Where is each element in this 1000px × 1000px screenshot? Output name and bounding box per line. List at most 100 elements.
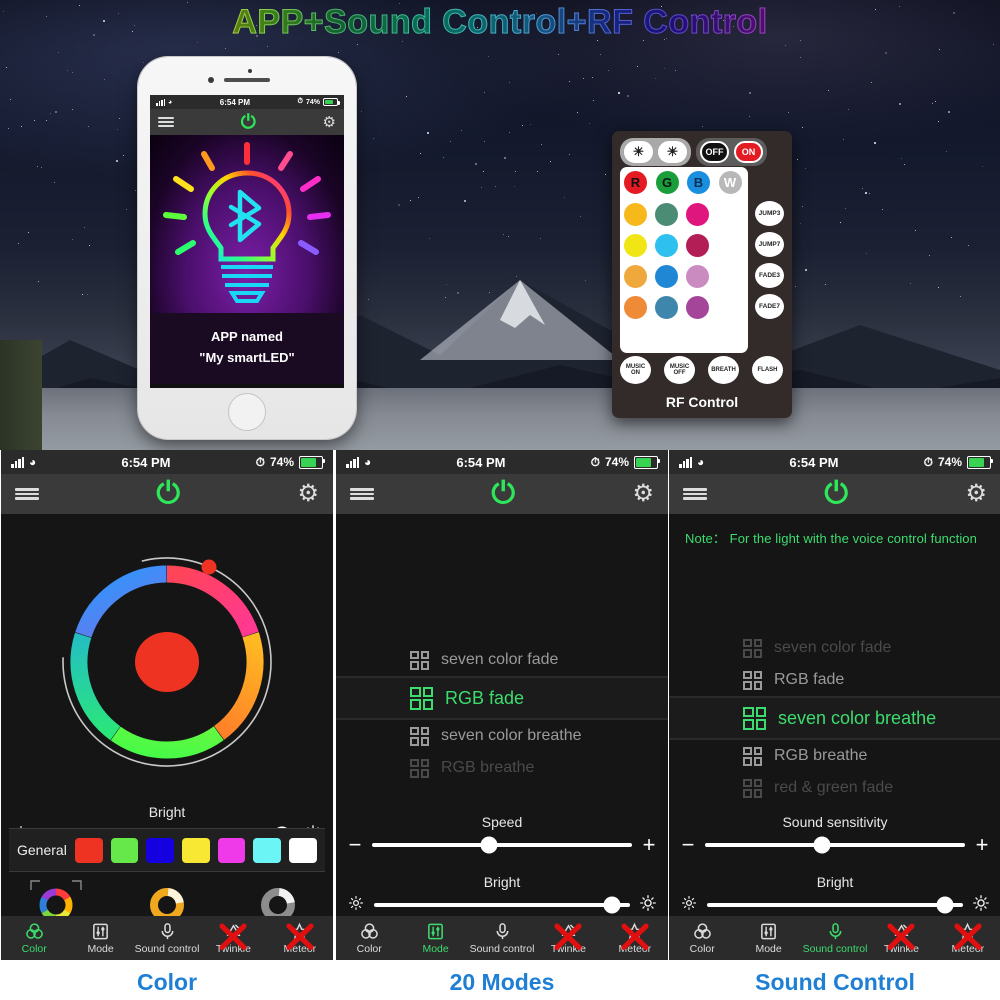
- tab-mode[interactable]: Mode: [67, 922, 133, 955]
- color-swatch[interactable]: [182, 838, 210, 863]
- remote-jump3-button[interactable]: JUMP3: [755, 201, 784, 226]
- remote-color-swatch[interactable]: [622, 294, 649, 321]
- hamburger-sliders-icon[interactable]: [683, 488, 707, 500]
- mode-row[interactable]: seven color fade: [669, 632, 1000, 664]
- hamburger-sliders-icon[interactable]: [158, 117, 174, 127]
- brightness-down-button[interactable]: ☀: [624, 141, 653, 163]
- remote-color-swatch[interactable]: [653, 294, 680, 321]
- tab-mode[interactable]: Mode: [735, 922, 801, 955]
- rgbw-button-b[interactable]: B: [685, 169, 712, 196]
- home-button[interactable]: [228, 393, 266, 431]
- remote-color-swatch[interactable]: [622, 263, 649, 290]
- remote-fade7-button[interactable]: FADE7: [755, 294, 784, 319]
- tab-meteor[interactable]: Meteor: [935, 922, 1000, 955]
- tab-color[interactable]: Color: [336, 922, 402, 955]
- gear-icon[interactable]: ⚙: [632, 482, 654, 506]
- slider-track[interactable]: [374, 903, 630, 907]
- slider-knob[interactable]: [604, 896, 621, 913]
- remote-color-swatch[interactable]: [653, 263, 680, 290]
- plus-icon[interactable]: +: [640, 834, 658, 856]
- brightness-low-icon[interactable]: [679, 895, 699, 914]
- remote-color-swatch[interactable]: [684, 232, 711, 259]
- gear-icon[interactable]: ⚙: [965, 482, 987, 506]
- tab-meteor[interactable]: Meteor: [267, 922, 333, 955]
- power-icon[interactable]: ⏻: [819, 477, 853, 511]
- slider-speed[interactable]: Speed − +: [336, 814, 668, 856]
- wifi-icon: ◕: [697, 455, 704, 469]
- plus-icon[interactable]: +: [973, 834, 991, 856]
- remote-music-off-button[interactable]: MUSIC OFF: [664, 356, 695, 384]
- alarm-icon: ⏱: [256, 455, 265, 470]
- rgbw-button-g[interactable]: G: [654, 169, 681, 196]
- mode-row[interactable]: RGB fade: [669, 664, 1000, 696]
- power-icon[interactable]: ⏻: [237, 111, 259, 133]
- tab-twinkle[interactable]: Twinkle: [868, 922, 934, 955]
- mode-row[interactable]: seven color fade: [336, 644, 668, 676]
- color-swatch[interactable]: [146, 838, 174, 863]
- remote-color-swatch[interactable]: [622, 232, 649, 259]
- mode-row[interactable]: seven color breathe: [669, 696, 1000, 740]
- tab-meteor[interactable]: Meteor: [602, 922, 668, 955]
- gear-icon[interactable]: ⚙: [297, 482, 319, 506]
- brightness-high-icon[interactable]: [638, 894, 658, 915]
- tab-sound-control[interactable]: Sound control: [802, 922, 868, 955]
- rgbw-button-w[interactable]: W: [717, 169, 744, 196]
- mode-row[interactable]: RGB breathe: [336, 752, 668, 784]
- remote-breath-button[interactable]: BREATH: [708, 356, 739, 384]
- mode-label: seven color breathe: [441, 727, 582, 745]
- remote-music-on-button[interactable]: MUSIC ON: [620, 356, 651, 384]
- brightness-up-button[interactable]: ☀: [658, 141, 687, 163]
- slider-bright[interactable]: Bright: [336, 874, 668, 915]
- tab-color[interactable]: Color: [669, 922, 735, 955]
- remote-color-swatch[interactable]: [622, 201, 649, 228]
- tab-twinkle[interactable]: Twinkle: [535, 922, 601, 955]
- slider-knob[interactable]: [937, 896, 954, 913]
- tab-sound-control[interactable]: Sound control: [469, 922, 535, 955]
- mode-row[interactable]: red & green fade: [669, 772, 1000, 804]
- slider-track[interactable]: [707, 903, 963, 907]
- signal-icon: [156, 99, 165, 106]
- tab-twinkle[interactable]: Twinkle: [200, 922, 266, 955]
- minus-icon[interactable]: −: [679, 834, 697, 856]
- remote-jump7-button[interactable]: JUMP7: [755, 232, 784, 257]
- brightness-low-icon[interactable]: [346, 895, 366, 914]
- slider-bright[interactable]: Bright: [669, 874, 1000, 915]
- rgbw-button-r[interactable]: R: [622, 169, 649, 196]
- remote-color-swatch[interactable]: [653, 232, 680, 259]
- remote-color-swatch[interactable]: [684, 201, 711, 228]
- power-icon[interactable]: ⏻: [486, 477, 520, 511]
- tab-mode[interactable]: Mode: [402, 922, 468, 955]
- slider-sound-sensitivity[interactable]: Sound sensitivity − +: [669, 814, 1000, 856]
- slider-knob[interactable]: [481, 837, 498, 854]
- color-swatch[interactable]: [253, 838, 281, 863]
- tab-color[interactable]: Color: [1, 922, 67, 955]
- mode-grid-icon: [410, 759, 429, 778]
- brightness-high-icon[interactable]: [971, 894, 991, 915]
- on-button[interactable]: ON: [734, 141, 763, 163]
- remote-color-swatch[interactable]: [653, 201, 680, 228]
- status-time: 6:54 PM: [36, 455, 255, 470]
- power-icon[interactable]: ⏻: [151, 477, 185, 511]
- mode-row[interactable]: seven color breathe: [336, 720, 668, 752]
- color-swatch[interactable]: [111, 838, 139, 863]
- slider-knob[interactable]: [814, 837, 831, 854]
- remote-fade3-button[interactable]: FADE3: [755, 263, 784, 288]
- color-swatch[interactable]: [218, 838, 246, 863]
- hamburger-sliders-icon[interactable]: [15, 488, 39, 500]
- remote-flash-button[interactable]: FLASH: [752, 356, 783, 384]
- mode-row[interactable]: RGB breathe: [669, 740, 1000, 772]
- color-swatch[interactable]: [75, 838, 103, 863]
- off-button[interactable]: OFF: [700, 141, 729, 163]
- remote-color-swatch[interactable]: [684, 263, 711, 290]
- remote-color-swatch[interactable]: [684, 294, 711, 321]
- hamburger-sliders-icon[interactable]: [350, 488, 374, 500]
- gear-icon[interactable]: ⚙: [323, 115, 336, 130]
- color-swatch[interactable]: [289, 838, 317, 863]
- slider-track[interactable]: [705, 843, 965, 847]
- mode-row[interactable]: RGB fade: [336, 676, 668, 720]
- slider-track[interactable]: [372, 843, 632, 847]
- tab-sound-control[interactable]: Sound control: [134, 922, 200, 955]
- tab-label: Color: [22, 943, 47, 955]
- minus-icon[interactable]: −: [346, 834, 364, 856]
- general-label: General: [17, 842, 67, 858]
